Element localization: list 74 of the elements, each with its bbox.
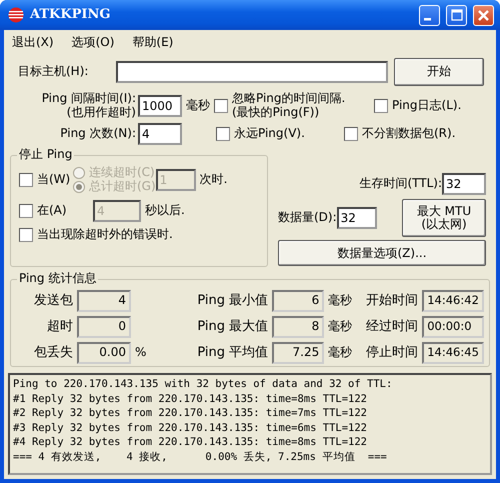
- menu-item[interactable]: 选项(O): [70, 36, 116, 50]
- size-options-button[interactable]: 数据量选项(Z)...: [278, 240, 486, 266]
- radio-label: 连续超时(C): [89, 166, 155, 180]
- group-title: 停止 Ping: [17, 148, 74, 162]
- field-label: Ping 次数(N):: [59, 127, 137, 142]
- input-field[interactable]: 4: [138, 123, 182, 146]
- option-label: 永远Ping(V).: [234, 127, 306, 142]
- stat-label: Ping 最小值: [196, 294, 270, 309]
- log-line: Ping to 220.170.143.135 with 32 bytes of data and 32 of TTL:: [13, 377, 394, 392]
- unit-label: 毫秒: [328, 320, 352, 334]
- stat-label: Ping 最大值: [196, 320, 270, 335]
- group-title: Ping 统计信息: [17, 272, 98, 286]
- close-icon: [477, 8, 490, 22]
- input-field[interactable]: 1000: [138, 94, 182, 117]
- stat-field: 7.25: [272, 342, 324, 364]
- field-label: 目标主机(H):: [17, 64, 90, 79]
- window-title: ATKKPING: [30, 8, 112, 22]
- checkbox[interactable]: [374, 98, 388, 113]
- app-icon: [8, 7, 24, 23]
- option-label: 当(W): [37, 173, 72, 188]
- stat-field: 0: [77, 316, 131, 338]
- checkbox[interactable]: [214, 98, 228, 113]
- close-button[interactable]: [473, 4, 494, 26]
- option-label: 当出现除超时外的错误时.: [37, 228, 173, 242]
- stat-field: 8: [272, 316, 324, 338]
- log-line: #2 Reply 32 bytes from 220.170.143.135: time=7ms TTL=122: [13, 406, 368, 421]
- maximize-button[interactable]: [446, 4, 467, 26]
- option-label: 不分割数据包(R).: [362, 127, 456, 142]
- stat-label: 包丢失: [33, 346, 74, 361]
- start-button[interactable]: 开始: [394, 58, 484, 86]
- field-label: 数据量(D):: [278, 211, 337, 226]
- checkbox[interactable]: [19, 228, 33, 242]
- unit-label: 毫秒: [186, 98, 210, 112]
- mtu-button[interactable]: 最大 MTU (以太网): [402, 199, 486, 238]
- option-label: Ping日志(L).: [392, 98, 462, 112]
- suffix-label: 次时.: [200, 173, 228, 188]
- stat-label: 开始时间: [365, 294, 420, 309]
- stat-field: 14:46:42: [422, 290, 484, 312]
- stat-label: Ping 平均值: [196, 346, 270, 361]
- unit-label: 毫秒: [328, 346, 352, 360]
- log-line: #4 Reply 32 bytes from 220.170.143.135: time=8ms TTL=122: [13, 435, 368, 450]
- option-label: 忽略Ping的时间间隔.: [232, 92, 346, 106]
- log-line: === 4 有效发送, 4 接收, 0.00% 丢失, 7.25ms 平均值 ===: [13, 450, 388, 464]
- radio-label: 总计超时(G): [89, 180, 156, 194]
- stat-label: 发送包: [33, 294, 74, 309]
- suffix-label: 秒以后.: [145, 204, 185, 218]
- option-label: (最快的Ping(F)): [232, 106, 320, 120]
- checkbox[interactable]: [344, 127, 358, 142]
- menu-item[interactable]: 退出(X): [10, 36, 56, 50]
- stat-field: 00:00:0: [422, 316, 484, 338]
- menu-item[interactable]: 帮助(E): [130, 36, 176, 50]
- stat-label: 停止时间: [365, 346, 420, 361]
- maximize-icon: [450, 9, 462, 21]
- stat-label: 经过时间: [365, 320, 420, 335]
- unit-label: %: [135, 346, 146, 360]
- field-label: (也用作超时): [66, 106, 136, 120]
- unit-label: 毫秒: [328, 294, 352, 308]
- minimize-button[interactable]: [419, 4, 440, 26]
- stat-field: 6: [272, 290, 324, 312]
- stat-label: 超时: [46, 320, 74, 335]
- checkbox[interactable]: [216, 127, 230, 142]
- field-label: 生存时间(TTL):: [359, 177, 442, 192]
- minimize-icon: [424, 18, 431, 20]
- stat-field: 0.00: [77, 342, 131, 364]
- log-line: #3 Reply 32 bytes from 220.170.143.135: time=6ms TTL=122: [13, 420, 368, 436]
- log-line: #1 Reply 32 bytes from 220.170.143.135: time=8ms TTL=122: [13, 392, 368, 406]
- stat-field: 14:46:45: [422, 342, 484, 364]
- stat-field: 4: [77, 290, 131, 312]
- field-label: Ping 间隔时间(I):: [40, 92, 136, 106]
- input-field[interactable]: 32: [336, 207, 377, 230]
- option-label: 在(A): [37, 204, 68, 218]
- input-field[interactable]: 32: [442, 173, 486, 196]
- host-field[interactable]: [116, 60, 388, 83]
- checkbox[interactable]: [19, 173, 33, 188]
